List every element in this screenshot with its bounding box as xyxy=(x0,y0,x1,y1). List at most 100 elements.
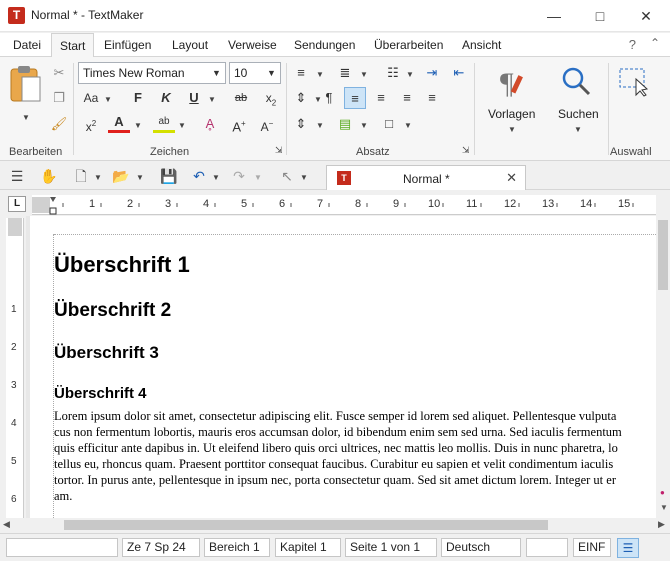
change-case-dropdown-icon[interactable]: ▼ xyxy=(104,95,112,104)
borders-dropdown-icon[interactable]: ▼ xyxy=(404,121,412,130)
status-kapitel[interactable]: Kapitel 1 xyxy=(275,538,341,557)
prev-page-icon[interactable]: ● xyxy=(660,488,665,497)
font-size-combo[interactable]: 10 ▼ xyxy=(229,62,281,84)
pointer-dropdown-icon[interactable]: ▼ xyxy=(300,173,308,182)
menu-ansicht[interactable]: Ansicht xyxy=(462,38,501,52)
menu-ueberarbeiten[interactable]: Überarbeiten xyxy=(374,38,443,52)
menu-sendungen[interactable]: Sendungen xyxy=(294,38,355,52)
paste-icon[interactable] xyxy=(8,65,44,105)
hamburger-menu-icon[interactable]: ☰ xyxy=(6,166,28,186)
status-sprache[interactable]: Deutsch xyxy=(441,538,521,557)
horizontal-scrollbar[interactable]: ◀ ▶ xyxy=(0,518,670,532)
undo-dropdown-icon[interactable]: ▼ xyxy=(212,173,220,182)
zeichen-dialog-icon[interactable]: ⇲ xyxy=(275,145,283,156)
numbered-list-icon[interactable]: ≣ xyxy=(334,62,356,84)
vertical-ruler[interactable]: 1 2 3 4 5 6 xyxy=(6,218,24,518)
vorlagen-label[interactable]: Vorlagen xyxy=(488,107,535,121)
redo-icon[interactable]: ↷ xyxy=(228,166,250,186)
underline-dropdown-icon[interactable]: ▼ xyxy=(208,95,216,104)
hand-icon[interactable]: ✋ xyxy=(38,166,60,186)
body-text-line[interactable]: cus non fermentum lobortis, mauris eros … xyxy=(54,425,622,440)
close-tab-icon[interactable]: ✕ xyxy=(506,170,517,186)
align-center-icon[interactable]: ≡ xyxy=(370,87,392,109)
help-icon[interactable]: ? xyxy=(629,37,636,52)
minimize-icon[interactable]: — xyxy=(531,0,577,32)
menu-verweise[interactable]: Verweise xyxy=(228,38,277,52)
new-document-icon[interactable]: 🗋 xyxy=(70,166,92,186)
heading-1[interactable]: Überschrift 1 xyxy=(54,252,190,278)
align-left-icon[interactable]: ≡ xyxy=(344,87,366,109)
copy-icon[interactable]: ❐ xyxy=(48,87,70,109)
line-spacing-icon[interactable]: ⇕ xyxy=(290,113,312,135)
line-spacing-dropdown-icon[interactable]: ▼ xyxy=(316,121,324,130)
close-icon[interactable]: ✕ xyxy=(623,0,669,32)
chevron-down-icon[interactable]: ▼ xyxy=(262,63,280,83)
subscript-icon[interactable]: x2 xyxy=(260,87,282,109)
document-tab[interactable]: T Normal * ✕ xyxy=(326,165,526,190)
body-text-line[interactable]: Lorem ipsum dolor sit amet, consectetur … xyxy=(54,409,616,424)
vorlagen-icon[interactable]: ¶ xyxy=(496,65,530,99)
bold-icon[interactable]: F xyxy=(127,87,149,109)
italic-icon[interactable]: K xyxy=(155,87,177,109)
status-position[interactable]: Ze 7 Sp 24 xyxy=(122,538,200,557)
open-folder-icon[interactable]: 📂 xyxy=(110,166,132,186)
next-page-icon[interactable]: ▼ xyxy=(660,503,668,512)
shading-dropdown-icon[interactable]: ▼ xyxy=(360,121,368,130)
paste-dropdown-icon[interactable]: ▼ xyxy=(22,113,30,122)
horizontal-ruler[interactable]: 1 2 3 4 5 6 7 8 9 10 11 12 13 14 15 xyxy=(32,195,656,215)
pilcrow-icon[interactable]: ¶ xyxy=(318,87,340,109)
list-level-dropdown-icon[interactable]: ▼ xyxy=(406,70,414,79)
menu-einfuegen[interactable]: Einfügen xyxy=(104,38,151,52)
heading-2[interactable]: Überschrift 2 xyxy=(54,300,171,322)
status-mode[interactable]: EINF xyxy=(573,538,611,557)
redo-dropdown-icon[interactable]: ▼ xyxy=(254,173,262,182)
status-bereich[interactable]: Bereich 1 xyxy=(204,538,270,557)
tab-stop-selector[interactable]: L xyxy=(8,196,26,212)
suchen-dropdown-icon[interactable]: ▼ xyxy=(574,125,582,134)
font-name-combo[interactable]: Times New Roman ▼ xyxy=(78,62,226,84)
font-color-dropdown-icon[interactable]: ▼ xyxy=(134,121,142,130)
justify-icon[interactable]: ≡ xyxy=(421,87,443,109)
strikethrough-icon[interactable]: ab xyxy=(230,87,252,109)
new-dropdown-icon[interactable]: ▼ xyxy=(94,173,102,182)
underline-icon[interactable]: U xyxy=(183,87,205,109)
line-spacing-small-icon[interactable]: ⇕ xyxy=(290,87,312,109)
body-text-line[interactable]: tellus eu, rhoncus quam. Praesent portti… xyxy=(54,457,613,472)
change-case-icon[interactable]: Aa xyxy=(80,87,102,109)
search-icon[interactable] xyxy=(560,65,592,97)
pointer-icon[interactable]: ↖ xyxy=(276,166,298,186)
clear-format-icon[interactable]: Ḁ xyxy=(199,113,221,135)
vertical-scroll-thumb[interactable] xyxy=(658,220,668,290)
bullet-list-icon[interactable]: ≡ xyxy=(290,62,312,84)
borders-icon[interactable]: □ xyxy=(378,113,400,135)
maximize-icon[interactable]: □ xyxy=(577,0,623,32)
body-text-line[interactable]: tortor. In purus ante, pellentesque in i… xyxy=(54,473,616,488)
list-level-icon[interactable]: ☷ xyxy=(382,62,404,84)
shading-icon[interactable]: ▤ xyxy=(334,113,356,135)
absatz-dialog-icon[interactable]: ⇲ xyxy=(462,145,470,156)
indent-increase-icon[interactable]: ⇥ xyxy=(421,62,443,84)
document-area[interactable]: Überschrift 1 Überschrift 2 Überschrift … xyxy=(26,216,656,518)
align-right-icon[interactable]: ≡ xyxy=(396,87,418,109)
page-view-icon[interactable]: ☰ xyxy=(617,538,639,558)
superscript-icon[interactable]: x2 xyxy=(80,113,102,135)
chevron-down-icon[interactable]: ▼ xyxy=(207,63,225,83)
highlight-dropdown-icon[interactable]: ▼ xyxy=(178,121,186,130)
shrink-font-icon[interactable]: A− xyxy=(256,113,278,135)
selection-icon[interactable] xyxy=(618,65,650,97)
suchen-label[interactable]: Suchen xyxy=(558,107,599,121)
vorlagen-dropdown-icon[interactable]: ▼ xyxy=(508,125,516,134)
body-text-line[interactable]: quis efficitur ante dapibus in. Ut eleif… xyxy=(54,441,618,456)
collapse-ribbon-icon[interactable]: ⌃ xyxy=(650,36,660,50)
heading-4[interactable]: Überschrift 4 xyxy=(54,385,147,402)
grow-font-icon[interactable]: A+ xyxy=(228,113,250,135)
menu-start[interactable]: Start xyxy=(51,33,95,58)
font-color-icon[interactable]: A xyxy=(108,113,130,133)
page[interactable]: Überschrift 1 Überschrift 2 Überschrift … xyxy=(30,216,656,518)
menu-layout[interactable]: Layout xyxy=(172,38,208,52)
highlight-icon[interactable]: ab xyxy=(153,113,175,133)
indent-decrease-icon[interactable]: ⇤ xyxy=(448,62,470,84)
save-icon[interactable]: 💾 xyxy=(158,166,180,186)
vertical-scrollbar[interactable]: ● ▼ xyxy=(656,216,670,518)
scroll-left-icon[interactable]: ◀ xyxy=(3,519,10,530)
